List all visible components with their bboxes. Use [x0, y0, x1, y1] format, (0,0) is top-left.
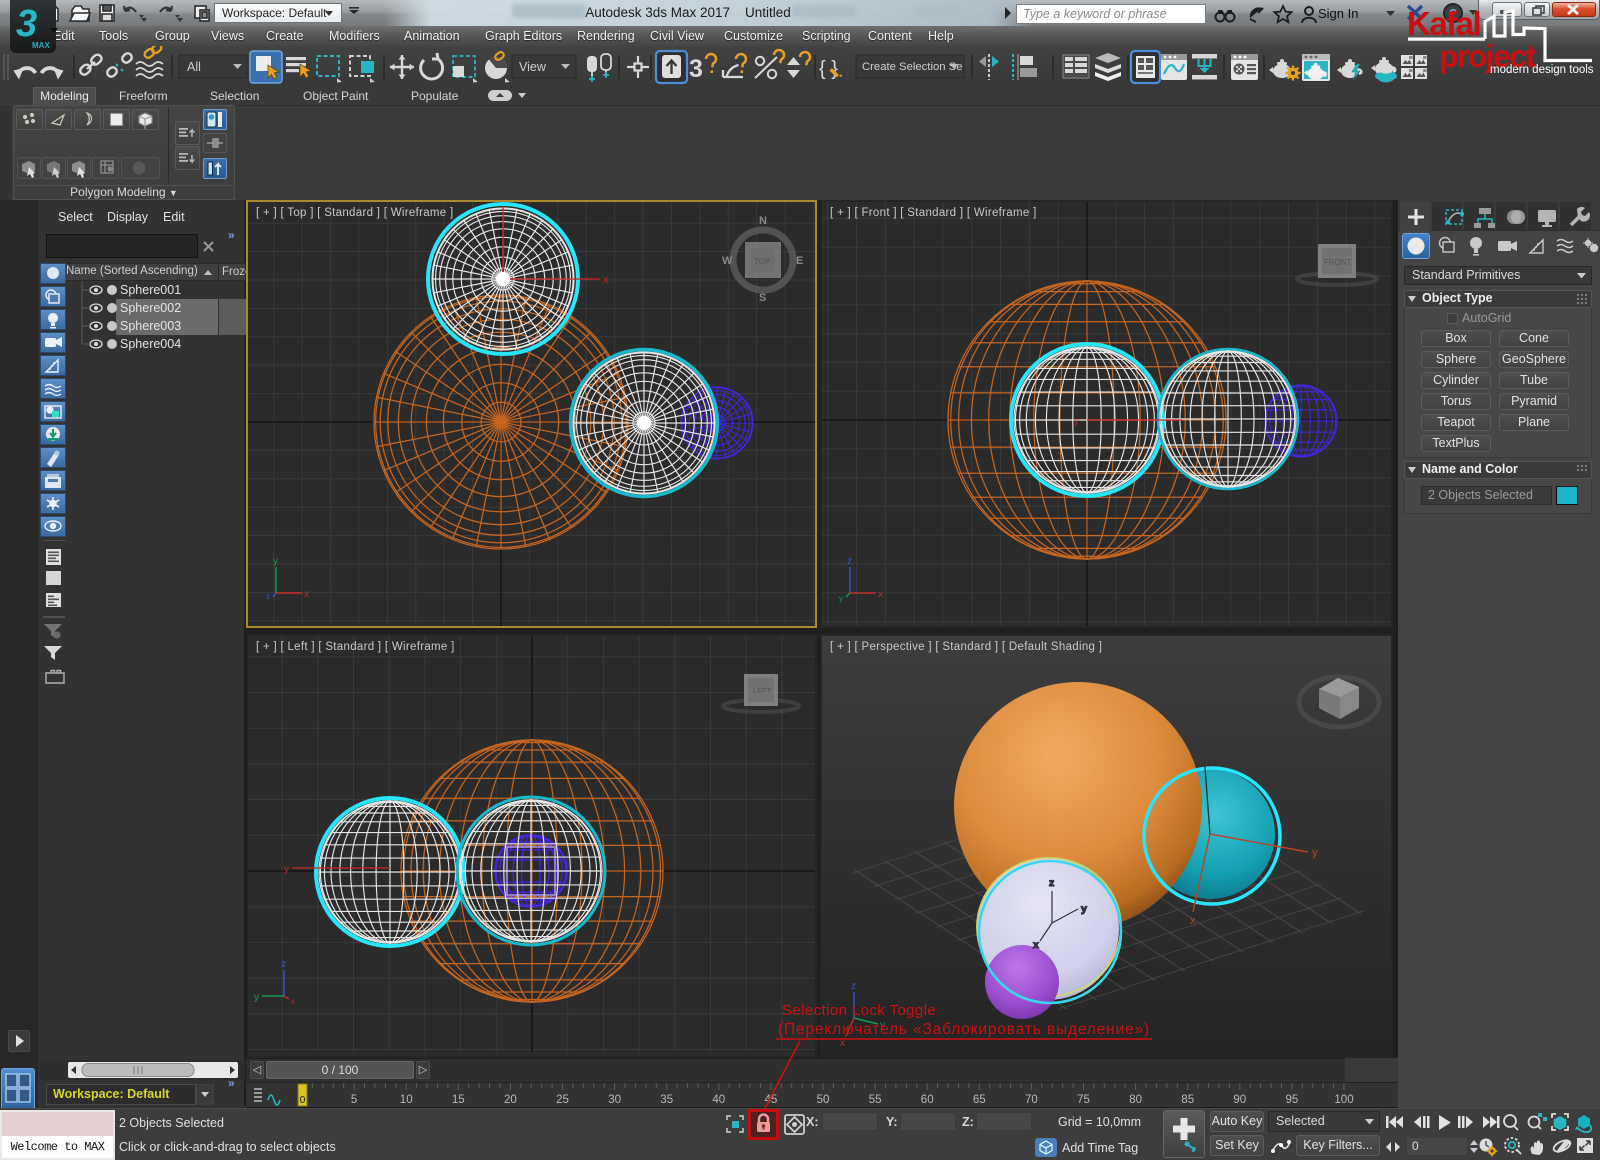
svg-text:modern design tools: modern design tools	[1490, 64, 1594, 76]
svg-text:Selection Lock Toggle: Selection Lock Toggle	[782, 1002, 936, 1019]
svg-text:(Переключатель «Заблокировать: (Переключатель «Заблокировать выделение»…	[778, 1021, 1150, 1038]
svg-text:Kafal: Kafal	[1407, 5, 1480, 42]
